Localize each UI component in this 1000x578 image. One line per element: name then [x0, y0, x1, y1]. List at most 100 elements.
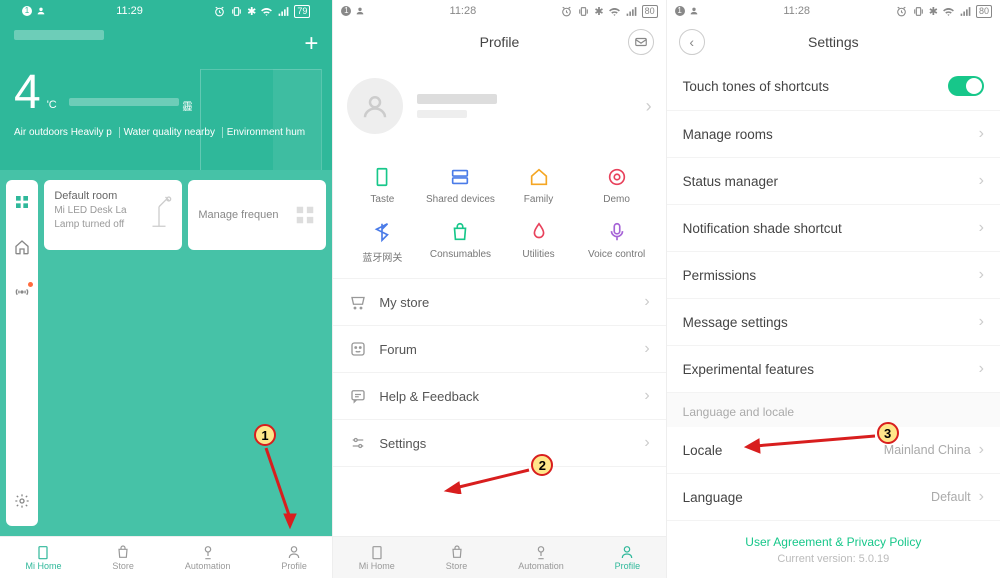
manage-frequent-card[interactable]: Manage frequen [188, 180, 326, 250]
row-status-manager[interactable]: Status manager › [667, 158, 1000, 205]
alarm-icon [895, 5, 908, 18]
row-language[interactable]: Language Default › [667, 474, 1000, 521]
screen-mi-home: 1 11:29 ✱ 79 + 4 'C 霾 Air outdoors [0, 0, 333, 578]
shortcut-label: Family [524, 194, 553, 205]
menu-settings[interactable]: Settings› [333, 420, 665, 467]
home-icon[interactable] [14, 239, 30, 258]
screen-profile: 1 11:28 ✱ 80 Profile › Taste [333, 0, 666, 578]
nav-profile[interactable]: Profile [281, 544, 307, 571]
chevron-right-icon: › [644, 293, 649, 311]
nav-mi-home[interactable]: Mi Home [25, 544, 61, 571]
nav-store[interactable]: Store [446, 544, 468, 571]
person-icon [36, 6, 46, 16]
status-time: 11:28 [783, 5, 810, 17]
nav-label: Mi Home [359, 561, 395, 571]
shortcut-utilities[interactable]: Utilities [499, 221, 577, 264]
menu-help-feedback[interactable]: Help & Feedback› [333, 373, 665, 420]
gear-icon[interactable] [14, 493, 30, 512]
bottom-nav: Mi Home Store Automation Profile [333, 536, 665, 578]
status-time: 11:29 [116, 5, 143, 17]
nav-label: Store [446, 561, 468, 571]
wifi-icon [608, 5, 621, 18]
home-body: Default room Mi LED Desk La Lamp turned … [0, 170, 332, 536]
nav-label: Profile [615, 561, 641, 571]
status-bar: 1 11:28 ✱ 80 [667, 0, 1000, 22]
vibrate-icon [230, 5, 243, 18]
nav-label: Automation [185, 561, 231, 571]
battery-indicator: 80 [976, 5, 992, 18]
page-title: Settings [808, 34, 859, 50]
device-card-lamp[interactable]: Default room Mi LED Desk La Lamp turned … [44, 180, 182, 250]
shortcut-consumables[interactable]: Consumables [421, 221, 499, 264]
shortcut-taste[interactable]: Taste [343, 166, 421, 205]
row-experimental[interactable]: Experimental features › [667, 346, 1000, 393]
messages-icon[interactable] [628, 29, 654, 55]
smiley-icon [349, 340, 367, 358]
menu-my-store[interactable]: My store› [333, 279, 665, 326]
signal-rail-icon[interactable] [14, 284, 30, 303]
card-device-name: Mi LED Desk La [54, 205, 126, 216]
alarm-icon [213, 5, 226, 18]
chevron-right-icon: › [979, 360, 984, 378]
vibrate-icon [912, 5, 925, 18]
screen-settings: 1 11:28 ✱ 80 ‹ Settings Touch tones of s… [667, 0, 1000, 578]
shortcut-voice-control[interactable]: Voice control [578, 221, 656, 264]
shortcut-bluetooth-gateway[interactable]: 蓝牙网关 [343, 221, 421, 264]
shortcut-shared-devices[interactable]: Shared devices [421, 166, 499, 205]
back-button[interactable]: ‹ [679, 29, 705, 55]
row-label: Locale [683, 443, 723, 458]
temperature-unit: 'C [47, 99, 57, 111]
profile-account-row[interactable]: › [333, 62, 665, 158]
side-rail [6, 180, 38, 526]
row-touch-tones[interactable]: Touch tones of shortcuts [667, 62, 1000, 111]
card-room: Default room [54, 190, 126, 202]
alarm-icon [560, 5, 573, 18]
chevron-right-icon: › [979, 266, 984, 284]
menu-label: Forum [379, 342, 417, 357]
signal-icon [625, 5, 638, 18]
toggle-on-icon[interactable] [948, 76, 984, 96]
person-icon [689, 6, 699, 16]
row-label: Notification shade shortcut [683, 221, 842, 236]
person-icon [355, 6, 365, 16]
signal-icon [277, 5, 290, 18]
menu-forum[interactable]: Forum› [333, 326, 665, 373]
annotation-arrow-2 [439, 464, 533, 494]
row-notification-shade[interactable]: Notification shade shortcut › [667, 205, 1000, 252]
grid-view-icon[interactable] [14, 194, 30, 213]
row-label: Permissions [683, 268, 757, 283]
nav-store[interactable]: Store [112, 544, 134, 571]
row-manage-rooms[interactable]: Manage rooms › [667, 111, 1000, 158]
shortcut-label: Demo [603, 194, 630, 205]
battery-indicator: 79 [294, 5, 310, 18]
row-value: Default [931, 490, 971, 504]
card-title: Manage frequen [198, 209, 278, 221]
add-device-icon[interactable]: + [304, 30, 318, 58]
nav-profile[interactable]: Profile [615, 544, 641, 571]
row-permissions[interactable]: Permissions › [667, 252, 1000, 299]
bluetooth-icon: ✱ [247, 5, 256, 18]
row-message-settings[interactable]: Message settings › [667, 299, 1000, 346]
weather-metrics: Air outdoors Heavily p Water quality nea… [14, 127, 318, 138]
nav-automation[interactable]: Automation [185, 544, 231, 571]
chevron-right-icon: › [979, 125, 984, 143]
row-locale[interactable]: Locale Mainland China › [667, 427, 1000, 474]
shortcut-family[interactable]: Family [499, 166, 577, 205]
footer-agreement-link[interactable]: User Agreement & Privacy Policy [667, 521, 1000, 549]
section-language-locale: Language and locale [667, 393, 1000, 427]
nav-automation[interactable]: Automation [518, 544, 564, 571]
vibrate-icon [577, 5, 590, 18]
chevron-right-icon: › [644, 387, 649, 405]
cart-icon [349, 293, 367, 311]
shortcut-label: Taste [370, 194, 394, 205]
shortcut-label: Shared devices [426, 194, 495, 205]
shortcut-demo[interactable]: Demo [578, 166, 656, 205]
card-device-status: Lamp turned off [54, 219, 126, 230]
profile-header: Profile [333, 22, 665, 62]
row-label: Experimental features [683, 362, 814, 377]
chevron-right-icon: › [644, 434, 649, 452]
nav-mi-home[interactable]: Mi Home [359, 544, 395, 571]
home-header: 1 11:29 ✱ 79 + 4 'C 霾 Air outdoors [0, 0, 332, 170]
shortcut-label: Utilities [522, 249, 554, 260]
sim-indicator-icon: 1 [675, 6, 685, 16]
